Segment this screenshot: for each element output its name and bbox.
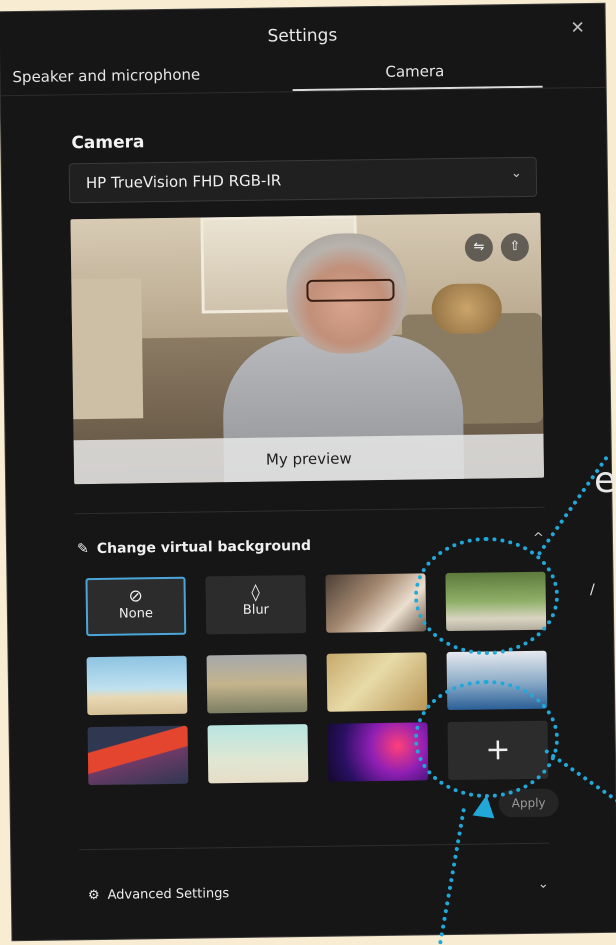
background-tile-image[interactable] (325, 573, 427, 633)
preview-glasses (306, 278, 395, 303)
background-tile-image[interactable] (206, 654, 308, 714)
dialog-title: Settings (267, 25, 338, 47)
section-divider (79, 842, 550, 851)
tab-camera[interactable]: Camera (385, 62, 444, 81)
magic-wand-icon: ✎ (76, 541, 89, 558)
preview-pillow (431, 283, 503, 335)
camera-device-dropdown[interactable]: HP TrueVision FHD RGB-IR ⌄ (68, 156, 538, 204)
photo-frame: Settings ✕ Speaker and microphone Camera… (0, 3, 616, 941)
camera-device-value: HP TrueVision FHD RGB-IR (85, 171, 282, 193)
blur-icon: ◊ (251, 582, 261, 603)
preview-label: My preview (73, 433, 545, 485)
tab-bar: Speaker and microphone Camera (0, 56, 606, 104)
background-tile-image[interactable] (326, 652, 428, 712)
edge-text: / (590, 582, 595, 598)
none-icon: ⊘ (128, 586, 143, 607)
section-divider (74, 506, 545, 515)
background-tile-image[interactable] (86, 655, 188, 716)
gear-icon: ⚙ (87, 887, 100, 904)
settings-panel: Settings ✕ Speaker and microphone Camera… (0, 3, 616, 941)
background-tile-label: Blur (242, 602, 270, 618)
chevron-down-icon: ⌄ (510, 165, 522, 182)
background-tile-image[interactable] (327, 722, 429, 782)
camera-preview: ⇋ ⇧ My preview (70, 212, 545, 485)
advanced-settings-toggle[interactable]: ⚙ Advanced Settings (88, 886, 230, 903)
advanced-settings-label: Advanced Settings (107, 886, 230, 903)
background-tile-blur[interactable]: ◊ Blur (205, 575, 307, 635)
background-tile-none[interactable]: ⊘ None (85, 576, 187, 637)
virtual-background-heading-label: Change virtual background (96, 537, 312, 557)
annotation-circle (414, 680, 559, 798)
background-tile-label: None (118, 606, 154, 622)
virtual-background-heading[interactable]: ✎ Change virtual background (77, 538, 311, 557)
close-icon[interactable]: ✕ (570, 18, 585, 38)
background-tile-image[interactable] (87, 725, 189, 786)
annotation-arrowhead (472, 793, 498, 819)
preview-shelf (71, 278, 144, 420)
chevron-down-icon[interactable]: ⌄ (538, 877, 549, 892)
background-tile-image[interactable] (207, 724, 309, 784)
camera-section-title: Camera (71, 132, 145, 154)
tab-speaker-and-microphone[interactable]: Speaker and microphone (12, 65, 200, 86)
